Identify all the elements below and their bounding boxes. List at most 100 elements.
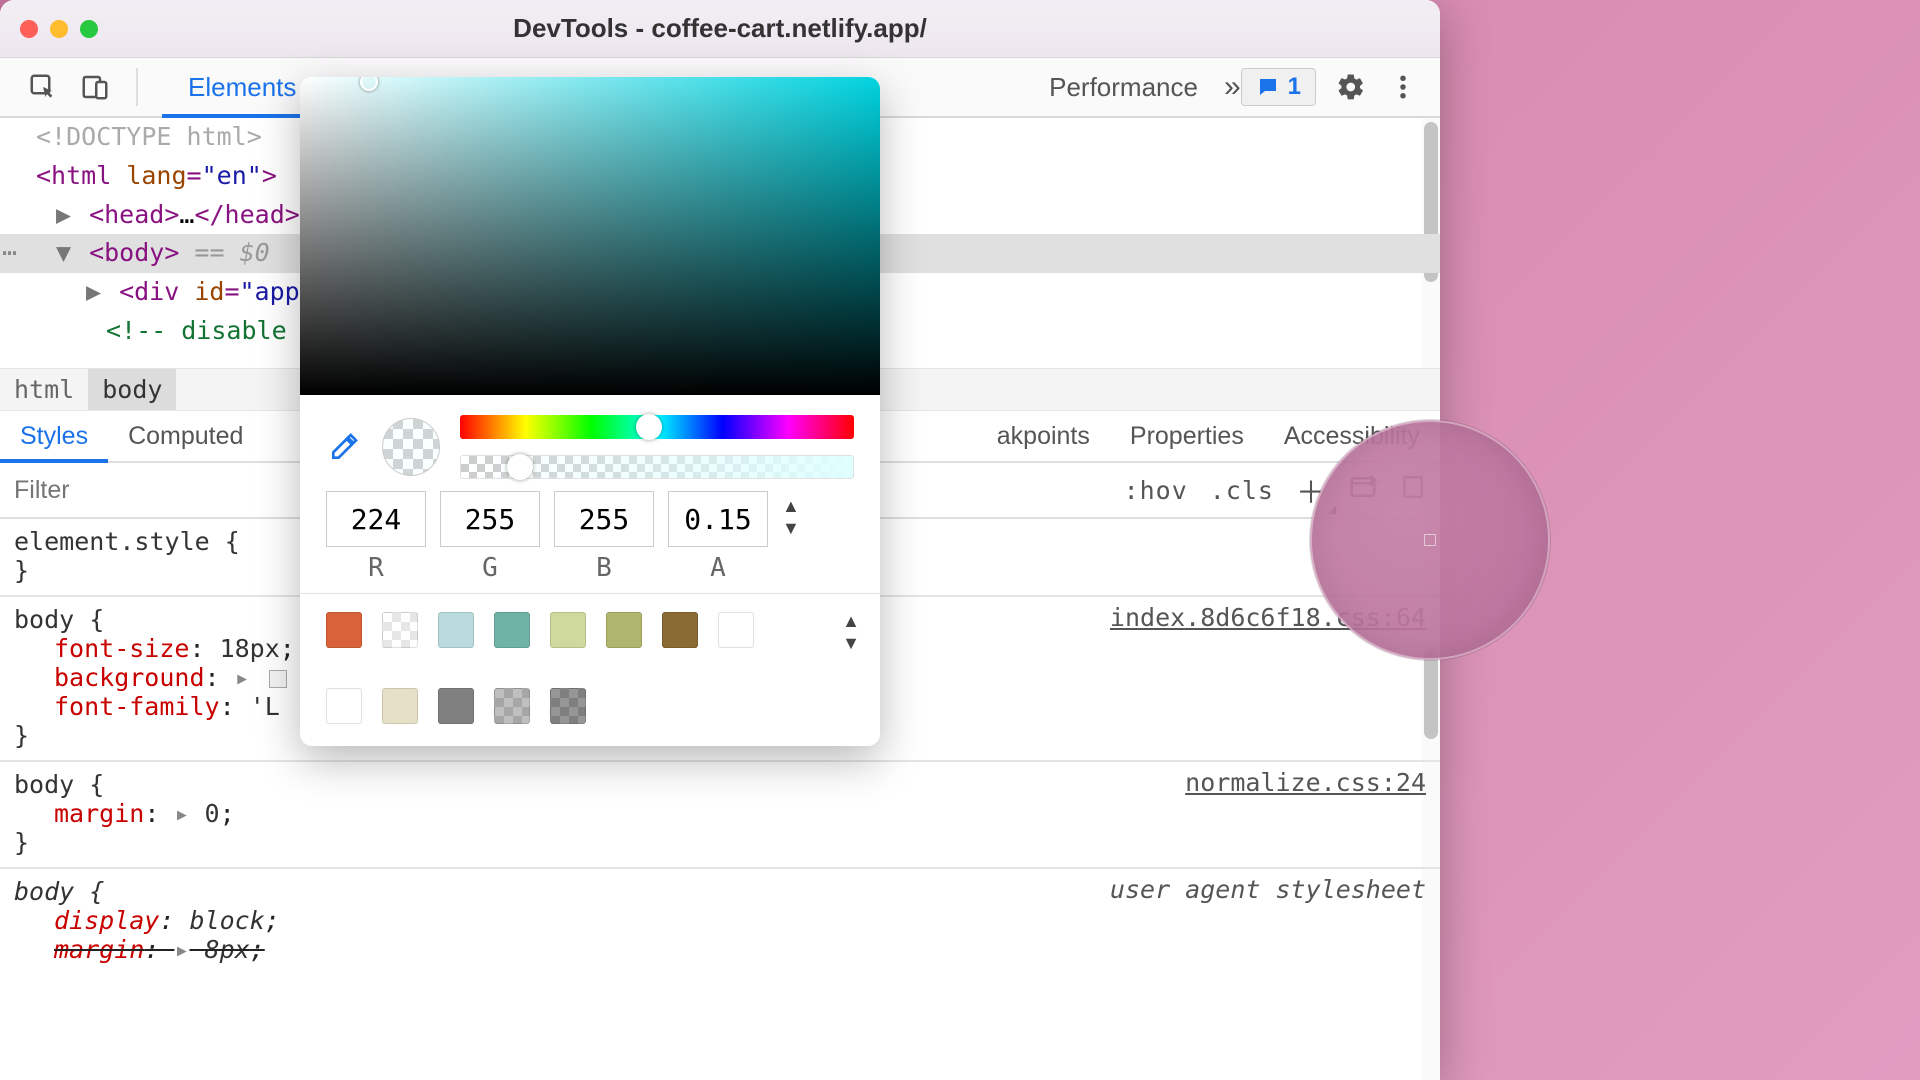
g-label: G — [482, 553, 498, 583]
crosshair-icon — [1424, 534, 1436, 546]
css-prop: margin — [54, 935, 144, 964]
close-window-button[interactable] — [20, 20, 38, 38]
dom-aux: == $0 — [179, 238, 269, 267]
color-swatch-icon[interactable] — [269, 670, 287, 688]
palette-swatch[interactable] — [606, 612, 642, 648]
tab-performance[interactable]: Performance — [1023, 58, 1224, 116]
expand-icon: ▸ — [174, 935, 189, 964]
b-input[interactable] — [554, 491, 654, 547]
rule-close: } — [14, 828, 1426, 857]
subtab-breakpoints[interactable]: akpoints — [977, 411, 1110, 461]
r-input[interactable] — [326, 491, 426, 547]
traffic-lights — [20, 20, 98, 38]
alpha-slider[interactable] — [460, 455, 854, 479]
g-input[interactable] — [440, 491, 540, 547]
css-prop[interactable]: font-size — [54, 634, 189, 663]
palette-toggle-icon[interactable]: ▲▼ — [842, 612, 860, 652]
dom-head-open: <head> — [89, 200, 179, 229]
styles-filter-input[interactable] — [14, 476, 314, 505]
dom-body-open: <body> — [89, 238, 179, 267]
rule-source-link[interactable]: normalize.css:24 — [1185, 768, 1426, 797]
issues-count: 1 — [1288, 73, 1301, 101]
palette-swatch[interactable] — [550, 612, 586, 648]
css-val[interactable]: 0 — [205, 799, 220, 828]
css-prop: display — [54, 906, 159, 935]
palette-swatches: ▲▼ — [300, 593, 880, 746]
eyedropper-magnifier[interactable] — [1310, 420, 1550, 660]
devtools-window: DevTools - coffee-cart.netlify.app/ Elem… — [0, 0, 1440, 1080]
a-input[interactable] — [668, 491, 768, 547]
palette-swatch[interactable] — [326, 688, 362, 724]
expand-icon[interactable]: ▸ — [174, 799, 189, 828]
css-val[interactable]: 'L — [250, 692, 280, 721]
dom-ellipsis: … — [179, 200, 194, 229]
css-prop[interactable]: font-family — [54, 692, 220, 721]
kebab-menu-icon[interactable] — [1386, 70, 1420, 104]
settings-icon[interactable] — [1334, 70, 1368, 104]
crumb-body[interactable]: body — [88, 369, 176, 410]
a-label: A — [710, 553, 726, 583]
palette-swatch[interactable] — [382, 688, 418, 724]
palette-swatch[interactable] — [438, 688, 474, 724]
titlebar: DevTools - coffee-cart.netlify.app/ — [0, 0, 1440, 58]
window-title: DevTools - coffee-cart.netlify.app/ — [513, 13, 927, 44]
palette-swatch[interactable] — [326, 612, 362, 648]
palette-swatch[interactable] — [438, 612, 474, 648]
dom-comment: <!-- disable — [106, 316, 287, 345]
minimize-window-button[interactable] — [50, 20, 68, 38]
tab-elements-label: Elements — [188, 72, 296, 103]
subtab-computed[interactable]: Computed — [108, 411, 263, 461]
palette-swatch[interactable] — [494, 688, 530, 724]
dom-div-open: <div — [119, 277, 194, 306]
selected-marker-icon: ⋯ — [2, 234, 17, 273]
eyedropper-icon[interactable] — [326, 429, 362, 465]
expand-icon[interactable]: ▶ — [56, 196, 74, 235]
tab-performance-label: Performance — [1049, 72, 1198, 103]
rule-body-ua[interactable]: user agent stylesheet body { display: bl… — [0, 869, 1440, 974]
css-val: 8px — [205, 935, 250, 964]
inspect-element-icon[interactable] — [26, 70, 60, 104]
dom-close-br: > — [262, 161, 277, 190]
sv-cursor[interactable] — [360, 77, 378, 91]
message-icon — [1256, 75, 1280, 99]
class-toggle[interactable]: .cls — [1210, 476, 1274, 505]
hue-slider[interactable] — [460, 415, 854, 439]
dom-html-open: <html — [36, 161, 126, 190]
palette-swatch[interactable] — [662, 612, 698, 648]
saturation-value-field[interactable] — [300, 77, 880, 395]
expand-icon[interactable]: ▶ — [86, 273, 104, 312]
dom-attr: lang — [126, 161, 186, 190]
b-label: B — [596, 553, 612, 583]
css-val[interactable]: 18px — [220, 634, 280, 663]
hover-toggle[interactable]: :hov — [1124, 476, 1188, 505]
more-tabs-icon[interactable]: » — [1224, 58, 1241, 116]
r-label: R — [368, 553, 384, 583]
dom-head-close: </head> — [194, 200, 299, 229]
dom-attr: id — [194, 277, 224, 306]
expand-icon[interactable]: ▸ — [235, 663, 250, 692]
alpha-thumb[interactable] — [507, 454, 533, 480]
palette-swatch[interactable] — [550, 688, 586, 724]
css-prop[interactable]: margin — [54, 799, 144, 828]
subtab-properties[interactable]: Properties — [1110, 411, 1264, 461]
collapse-icon[interactable]: ▼ — [56, 234, 74, 273]
dom-doctype: <!DOCTYPE html> — [36, 122, 262, 151]
hue-thumb[interactable] — [636, 414, 662, 440]
color-picker: R G B A ▲▼ ▲▼ — [300, 77, 880, 746]
palette-swatch[interactable] — [718, 612, 754, 648]
css-prop[interactable]: background — [54, 663, 205, 692]
crumb-html[interactable]: html — [0, 369, 88, 410]
format-toggle-icon[interactable]: ▲▼ — [782, 491, 800, 537]
palette-swatch[interactable] — [382, 612, 418, 648]
subtab-styles[interactable]: Styles — [0, 411, 108, 461]
dom-attrval: "en" — [202, 161, 262, 190]
rule-body-2[interactable]: normalize.css:24 body { margin: ▸ 0; } — [0, 762, 1440, 869]
device-toolbar-icon[interactable] — [78, 70, 112, 104]
current-color-swatch — [382, 418, 440, 476]
issues-badge[interactable]: 1 — [1241, 68, 1316, 106]
palette-swatch[interactable] — [494, 612, 530, 648]
rule-source-label: user agent stylesheet — [1110, 875, 1426, 904]
css-val: block — [189, 906, 264, 935]
zoom-window-button[interactable] — [80, 20, 98, 38]
tab-elements[interactable]: Elements — [162, 58, 322, 116]
